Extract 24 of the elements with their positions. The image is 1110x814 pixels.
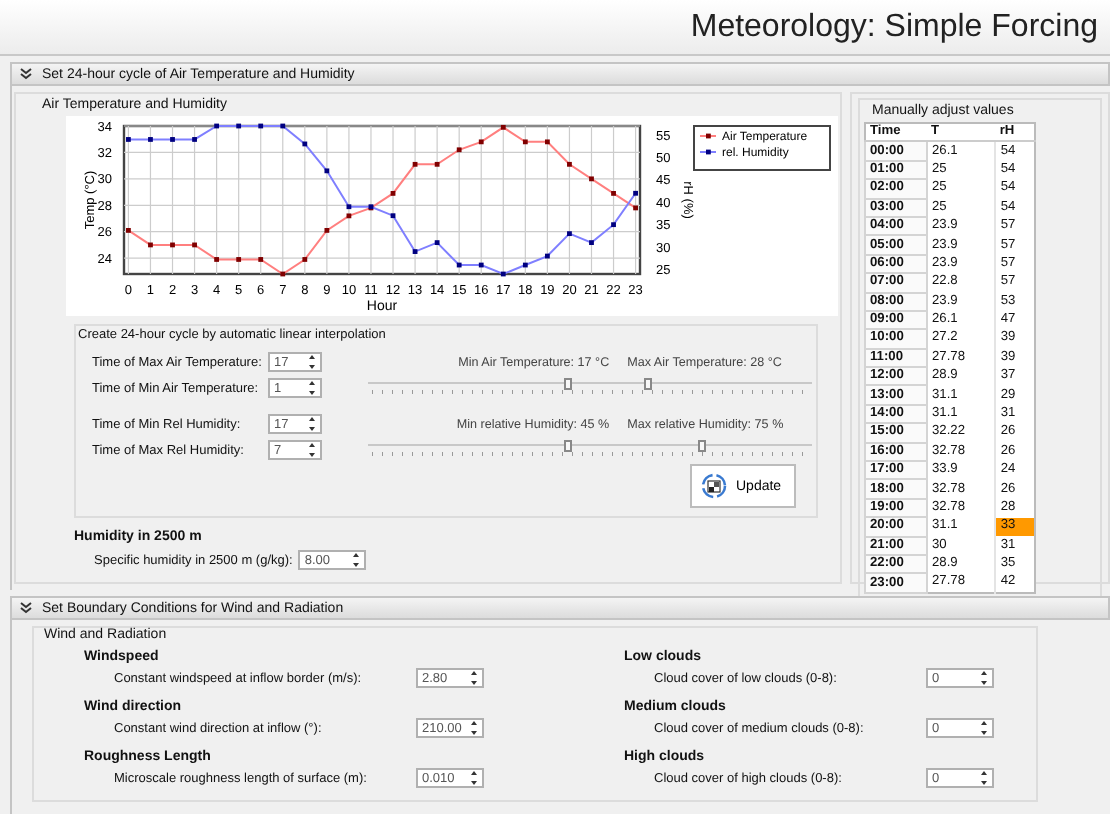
chevron-icon [20,68,32,80]
spinner-icon[interactable] [980,720,988,736]
spinner-icon[interactable] [980,670,988,686]
spinner-icon[interactable] [308,416,316,432]
spinner-icon[interactable] [308,442,316,458]
slider-thumb[interactable] [563,378,572,390]
window-title: Meteorology: Simple Forcing [690,9,1098,45]
spinner-icon[interactable] [470,720,478,736]
spinner-icon[interactable] [470,770,478,786]
spinner-icon[interactable] [470,670,478,686]
legend-swatch [699,133,717,139]
slider-thumb[interactable] [563,440,572,452]
spinner-icon[interactable] [352,552,361,568]
chevron-icon [20,602,32,614]
spinner-icon[interactable] [308,354,316,370]
slider-thumb[interactable] [643,378,652,390]
legend-swatch [699,149,717,155]
legend-box [693,125,831,171]
spinner-icon[interactable] [980,770,988,786]
slider-track[interactable] [368,440,812,460]
slider-thumb[interactable] [697,440,705,452]
slider-track[interactable] [368,378,812,398]
spinner-icon[interactable] [308,380,316,396]
refresh-icon [700,472,728,500]
